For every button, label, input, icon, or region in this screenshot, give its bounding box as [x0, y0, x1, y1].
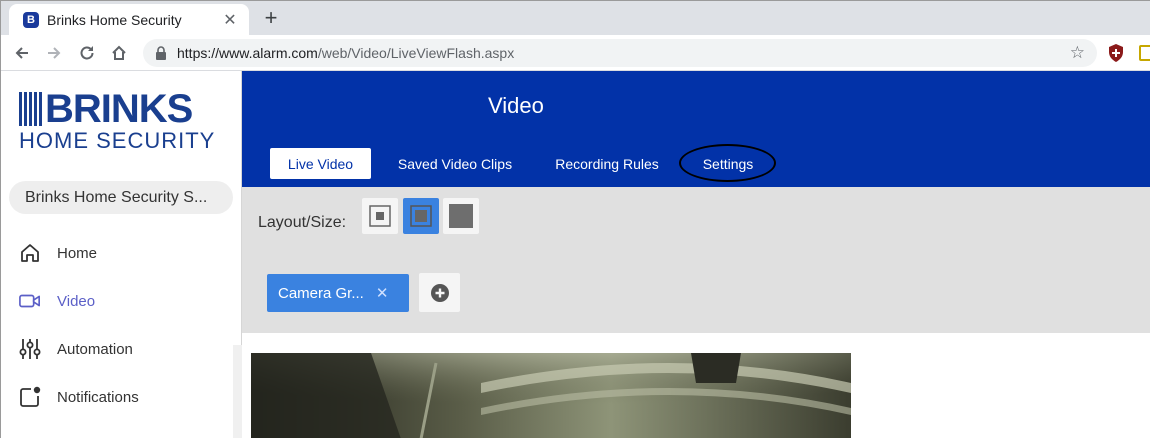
camera-group-chip[interactable]: Camera Gr... ✕	[267, 274, 409, 312]
sidebar-item-notifications[interactable]: Notifications	[1, 377, 241, 417]
page-header: Video Live Video Saved Video Clips Recor…	[242, 71, 1150, 187]
layout-medium-button[interactable]	[403, 198, 439, 234]
layout-large-button[interactable]	[443, 198, 479, 234]
back-arrow-icon[interactable]	[11, 42, 33, 64]
sidebar-item-label: Home	[57, 244, 98, 262]
address-bar[interactable]: https://www.alarm.com/web/Video/LiveView…	[143, 39, 1097, 67]
url-text: https://www.alarm.com/web/Video/LiveView…	[177, 45, 515, 61]
logo-subtitle: HOME SECURITY	[19, 128, 216, 153]
lock-icon	[155, 46, 167, 60]
sidebar-item-automation[interactable]: Automation	[1, 329, 241, 369]
sidebar-item-video[interactable]: Video	[1, 281, 241, 321]
browser-toolbar: https://www.alarm.com/web/Video/LiveView…	[1, 35, 1150, 71]
add-camera-group-button[interactable]	[419, 273, 460, 312]
brinks-logo[interactable]: BRINKS HOME SECURITY	[19, 89, 224, 153]
forward-arrow-icon[interactable]	[43, 42, 65, 64]
remove-group-icon[interactable]: ✕	[376, 284, 389, 302]
sidebar: BRINKS HOME SECURITY Brinks Home Securit…	[1, 71, 242, 438]
sidebar-item-label: Automation	[57, 340, 133, 358]
extension-icon[interactable]	[1139, 45, 1150, 61]
plus-circle-icon	[430, 283, 449, 302]
sliders-icon	[19, 338, 41, 360]
shield-extension-icon[interactable]	[1107, 43, 1125, 63]
layout-size-label: Layout/Size:	[258, 214, 347, 231]
tab-saved-video-clips[interactable]: Saved Video Clips	[385, 148, 525, 179]
layout-small-icon	[369, 205, 391, 227]
reload-icon[interactable]	[76, 42, 98, 64]
notifications-icon	[19, 386, 41, 408]
settings-highlight-circle	[679, 144, 776, 182]
video-controls: Layout/Size: Camera Gr... ✕	[242, 187, 1150, 333]
home-icon	[19, 242, 41, 264]
camera-feed[interactable]	[251, 353, 851, 438]
bookmark-star-icon[interactable]: ☆	[1070, 44, 1085, 62]
layout-medium-icon	[410, 205, 432, 227]
camera-feed-image	[251, 353, 851, 438]
layout-large-icon	[449, 204, 473, 228]
camera-group-label: Camera Gr...	[278, 284, 364, 302]
new-tab-icon[interactable]: +	[259, 6, 283, 30]
browser-tabstrip: B Brinks Home Security ✕ +	[1, 1, 1150, 35]
sidebar-item-home[interactable]: Home	[1, 233, 241, 273]
browser-tab[interactable]: B Brinks Home Security ✕	[9, 4, 249, 35]
tab-recording-rules[interactable]: Recording Rules	[542, 148, 672, 179]
close-tab-icon[interactable]: ✕	[221, 10, 239, 30]
tab-live-video[interactable]: Live Video	[270, 148, 371, 179]
account-selector[interactable]: Brinks Home Security S...	[9, 181, 233, 214]
home-browser-icon[interactable]	[108, 42, 130, 64]
layout-small-button[interactable]	[362, 198, 398, 234]
logo-wordmark: BRINKS	[45, 87, 193, 131]
brinks-favicon-icon: B	[23, 11, 39, 28]
logo-bars-icon	[19, 92, 42, 126]
page-title: Video	[488, 93, 544, 118]
tab-title: Brinks Home Security	[47, 11, 182, 28]
sidebar-scrollbar[interactable]	[233, 345, 242, 438]
sidebar-item-label: Notifications	[57, 388, 139, 406]
video-camera-icon	[19, 290, 41, 312]
sidebar-item-label: Video	[57, 292, 96, 310]
